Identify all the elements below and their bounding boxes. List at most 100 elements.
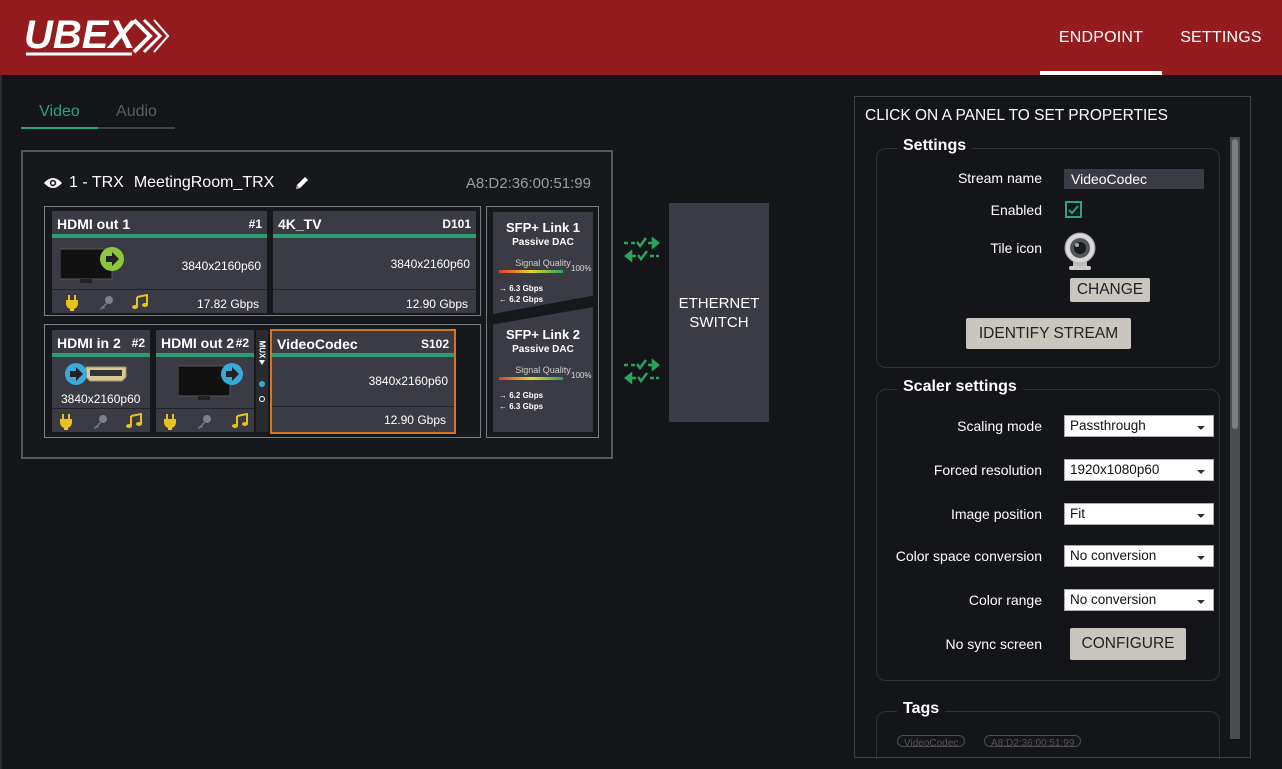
key-icon <box>100 296 113 310</box>
enabled-checkbox[interactable] <box>1065 201 1082 218</box>
sfp-subtitle: Passive DAC <box>512 344 574 355</box>
sfp-rates: → 6.3 Gbps ← 6.2 Gbps <box>493 283 593 305</box>
rx-arrow-icon: ← <box>499 295 510 304</box>
color-range-label: Color range <box>968 592 1042 608</box>
sfp-tx-rate: 6.3 Gbps <box>509 284 544 293</box>
enabled-label: Enabled <box>990 202 1042 218</box>
configure-button[interactable]: CONFIGURE <box>1070 628 1186 660</box>
panel-videocodec[interactable]: VideoCodec S102 3840x2160p60 12.90 Gbps <box>270 329 456 434</box>
music-note-icon <box>232 413 248 428</box>
chevron-down-icon <box>1197 556 1205 560</box>
stream-name-input[interactable]: VideoCodec <box>1064 169 1204 189</box>
mux-dot-active <box>259 381 265 387</box>
forced-resolution-select[interactable]: 1920x1080p60 <box>1064 459 1214 481</box>
identify-stream-button[interactable]: IDENTIFY STREAM <box>966 318 1131 349</box>
mux-arrow-icon <box>259 360 265 365</box>
panel-hdmi-out-2[interactable]: HDMI out 2 #2 <box>156 330 254 432</box>
sfp-links: SFP+ Link 1 Passive DAC Signal Quality 1… <box>486 206 599 438</box>
power-plug-icon <box>164 414 176 430</box>
select-value: No conversion <box>1070 548 1157 563</box>
forced-resolution-label: Forced resolution <box>933 462 1042 478</box>
panel-bitrate: 12.90 Gbps <box>383 413 446 427</box>
sfp-rx-rate: 6.3 Gbps <box>509 402 544 411</box>
image-position-select[interactable]: Fit <box>1064 503 1214 525</box>
select-value: 1920x1080p60 <box>1070 462 1160 477</box>
music-note-icon <box>126 413 142 428</box>
switch-label-line2: SWITCH <box>689 313 749 331</box>
image-position-label: Image position <box>950 506 1042 522</box>
sfp-rx-rate: 6.2 Gbps <box>509 295 544 304</box>
status-bar <box>273 234 476 238</box>
output-group-1: HDMI out 1 #1 3840x2160p60 17.82 Gbps 4K… <box>44 206 481 316</box>
panel-hdmi-in-2[interactable]: HDMI in 2 #2 3840x2160p60 <box>52 330 150 432</box>
panel-resolution: 3840x2160p60 <box>368 374 448 388</box>
panel-hdmi-out-1[interactable]: HDMI out 1 #1 3840x2160p60 17.82 Gbps <box>52 211 267 313</box>
scrollbar-thumb[interactable] <box>1232 139 1238 429</box>
ethernet-switch[interactable]: ETHERNET SWITCH <box>669 203 769 422</box>
panel-bitrate: 12.90 Gbps <box>405 297 468 311</box>
pencil-icon[interactable] <box>294 175 310 191</box>
properties-panel: CLICK ON A PANEL TO SET PROPERTIES Setti… <box>854 96 1251 759</box>
tab-video[interactable]: Video <box>21 100 98 129</box>
nav-settings[interactable]: SETTINGS <box>1170 0 1272 75</box>
panel-resolution: 3840x2160p60 <box>61 392 141 406</box>
panel-port-number: #1 <box>248 217 262 231</box>
io-group-2: HDMI in 2 #2 3840x2160p60 HDMI out 2 #2 … <box>44 324 481 438</box>
panel-port-number: D101 <box>442 217 471 231</box>
monitor-out-icon <box>178 363 243 400</box>
scaling-mode-select[interactable]: Passthrough <box>1064 415 1214 437</box>
status-bar <box>156 353 254 357</box>
chevron-down-icon <box>1197 600 1205 604</box>
chevron-down-icon <box>1197 514 1205 518</box>
change-button[interactable]: CHANGE <box>1070 278 1150 302</box>
mux-strip[interactable]: MUX <box>256 330 268 432</box>
panel-title: HDMI out 2 <box>161 335 235 351</box>
select-value: Fit <box>1070 506 1085 521</box>
divider <box>273 289 476 290</box>
key-icon <box>198 415 211 429</box>
status-bar <box>52 353 150 357</box>
power-plug-icon <box>66 295 78 311</box>
panel-title: HDMI in 2 <box>57 335 121 351</box>
tile-icon-label: Tile icon <box>990 240 1042 256</box>
sfp-link-1[interactable]: SFP+ Link 1 Passive DAC Signal Quality 1… <box>493 212 593 314</box>
tags-section: Tags VideoCodec A8:D2:36:00:51:99 <box>876 700 1220 759</box>
rx-arrow-icon: ← <box>499 402 510 411</box>
device-mac: A8:D2:36:00:51:99 <box>465 175 591 192</box>
panel-port-number: #2 <box>131 336 145 350</box>
tag-pill[interactable]: A8:D2:36:00:51:99 <box>984 735 1082 747</box>
chevron-down-icon <box>1197 470 1205 474</box>
properties-heading: CLICK ON A PANEL TO SET PROPERTIES <box>865 107 1168 124</box>
sfp-title: SFP+ Link 1 <box>505 220 581 235</box>
panel-title: 4K_TV <box>278 216 322 232</box>
link-arrows-icon <box>623 358 661 385</box>
scaler-settings-section: Scaler settings Scaling mode Passthrough… <box>876 378 1220 681</box>
signal-quality-bar: 100% <box>499 371 591 380</box>
panel-resolution: 3840x2160p60 <box>390 257 470 271</box>
panel-4k-tv[interactable]: 4K_TV D101 3840x2160p60 12.90 Gbps <box>273 211 476 313</box>
nav-active-indicator <box>1040 71 1162 75</box>
tag-pill[interactable]: VideoCodec <box>897 735 966 747</box>
media-tabs: Video Audio <box>21 100 175 129</box>
panel-port-number: #2 <box>235 336 249 350</box>
power-plug-icon <box>60 414 72 430</box>
device-header: 1 - TRX MeetingRoom_TRX <box>43 174 310 192</box>
color-range-select[interactable]: No conversion <box>1064 589 1214 611</box>
sfp-title: SFP+ Link 2 <box>505 327 581 342</box>
music-note-icon <box>132 294 148 309</box>
select-value: Passthrough <box>1070 418 1146 433</box>
tab-audio[interactable]: Audio <box>98 100 175 129</box>
color-space-conversion-select[interactable]: No conversion <box>1064 545 1214 567</box>
webcam-icon <box>1064 232 1096 270</box>
settings-legend: Settings <box>897 137 973 155</box>
key-icon <box>94 415 107 429</box>
sfp-link-2[interactable]: SFP+ Link 2 Passive DAC Signal Quality 1… <box>493 307 593 432</box>
panel-port-number: S102 <box>420 337 449 351</box>
nav-endpoint[interactable]: ENDPOINT <box>1040 0 1162 75</box>
settings-section: Settings Stream name VideoCodec Enabled … <box>876 137 1220 368</box>
divider <box>52 289 267 290</box>
eye-icon[interactable] <box>43 176 63 190</box>
sfp-subtitle: Passive DAC <box>512 237 574 248</box>
device-id-label: 1 - TRX <box>69 174 124 191</box>
tags-legend: Tags <box>897 700 946 718</box>
